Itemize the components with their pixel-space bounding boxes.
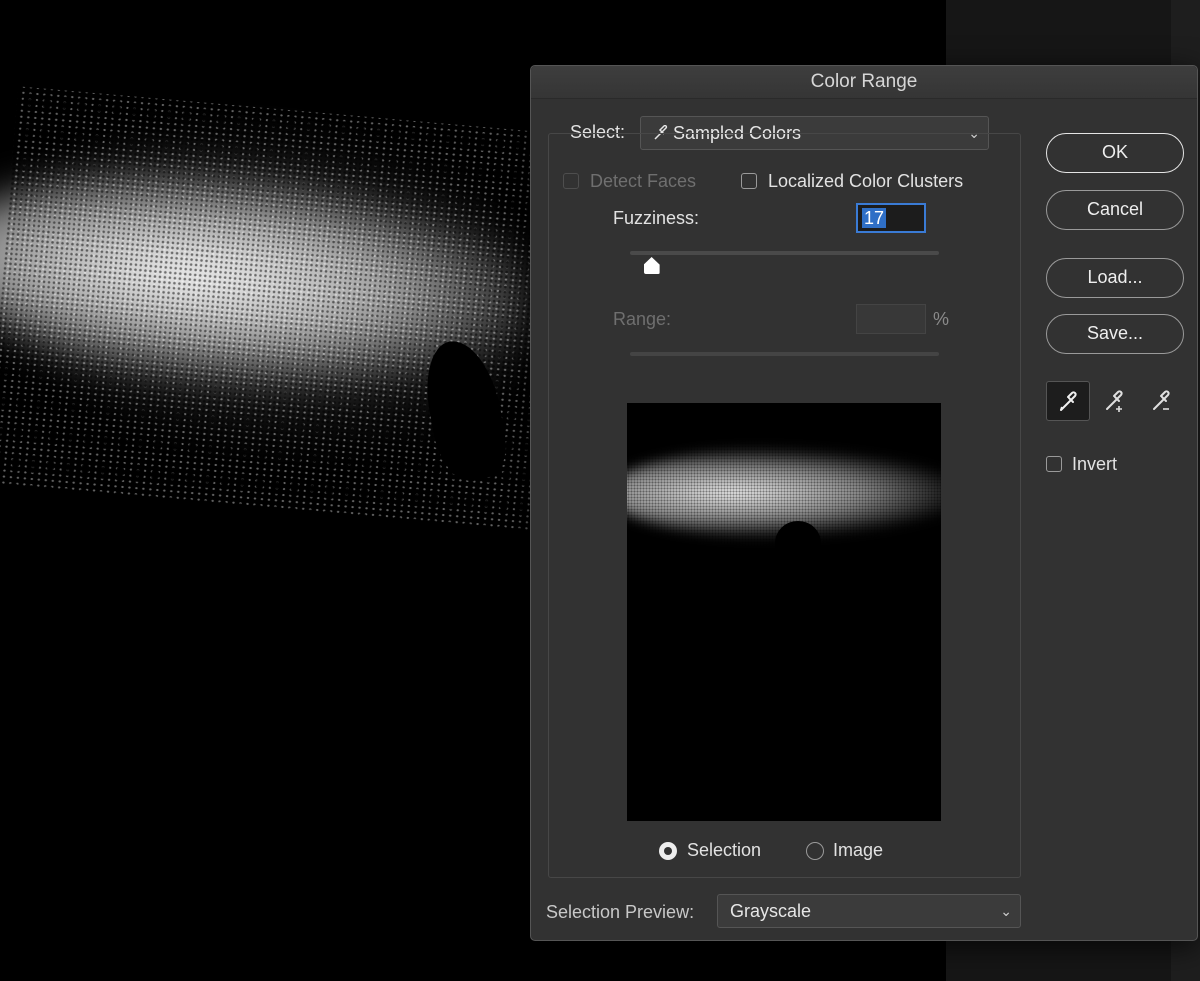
invert-label: Invert	[1072, 454, 1118, 474]
options-group: Detect Faces Localized Color Clusters Fu…	[548, 133, 1021, 878]
eyedropper-tool[interactable]	[1046, 381, 1090, 421]
detect-faces-label: Detect Faces	[590, 171, 697, 191]
subtract-from-sample-tool[interactable]	[1140, 381, 1184, 421]
invert-checkbox[interactable]	[1046, 456, 1062, 472]
save-button[interactable]: Save...	[1046, 314, 1184, 354]
fuzziness-value: 17	[862, 208, 887, 228]
range-input[interactable]	[856, 304, 926, 334]
color-range-dialog: Color Range Select: Sampled Colors ⌄ Det…	[530, 65, 1198, 941]
load-button[interactable]: Load...	[1046, 258, 1184, 298]
preview-thumbnail[interactable]	[627, 403, 941, 821]
fuzziness-slider-thumb[interactable]	[643, 257, 660, 274]
fuzziness-label: Fuzziness:	[613, 208, 700, 228]
image-radio[interactable]	[806, 842, 824, 860]
cancel-button[interactable]: Cancel	[1046, 190, 1184, 230]
selection-preview-label: Selection Preview:	[546, 902, 695, 922]
selection-preview-value: Grayscale	[730, 901, 812, 921]
localized-color-clusters-label: Localized Color Clusters	[768, 171, 964, 191]
localized-color-clusters-checkbox[interactable]	[741, 173, 757, 189]
fuzziness-slider-track[interactable]	[630, 251, 939, 255]
selection-radio[interactable]	[659, 842, 677, 860]
image-radio-label: Image	[833, 840, 884, 860]
chevron-down-icon: ⌄	[1000, 903, 1012, 919]
range-unit: %	[933, 309, 950, 329]
eyedropper-icon	[1060, 391, 1077, 411]
selection-radio-label: Selection	[687, 840, 762, 860]
fuzziness-input[interactable]: 17	[856, 203, 926, 233]
dialog-title: Color Range	[531, 66, 1197, 99]
range-label: Range:	[613, 309, 672, 329]
range-slider-track	[630, 352, 939, 356]
selection-preview-dropdown[interactable]: Grayscale ⌄	[717, 894, 1021, 928]
ok-button[interactable]: OK	[1046, 133, 1184, 173]
eyedropper-subtract-icon	[1153, 390, 1170, 410]
detect-faces-checkbox[interactable]	[563, 173, 579, 189]
eyedropper-add-icon	[1106, 390, 1123, 412]
add-to-sample-tool[interactable]	[1093, 381, 1137, 421]
